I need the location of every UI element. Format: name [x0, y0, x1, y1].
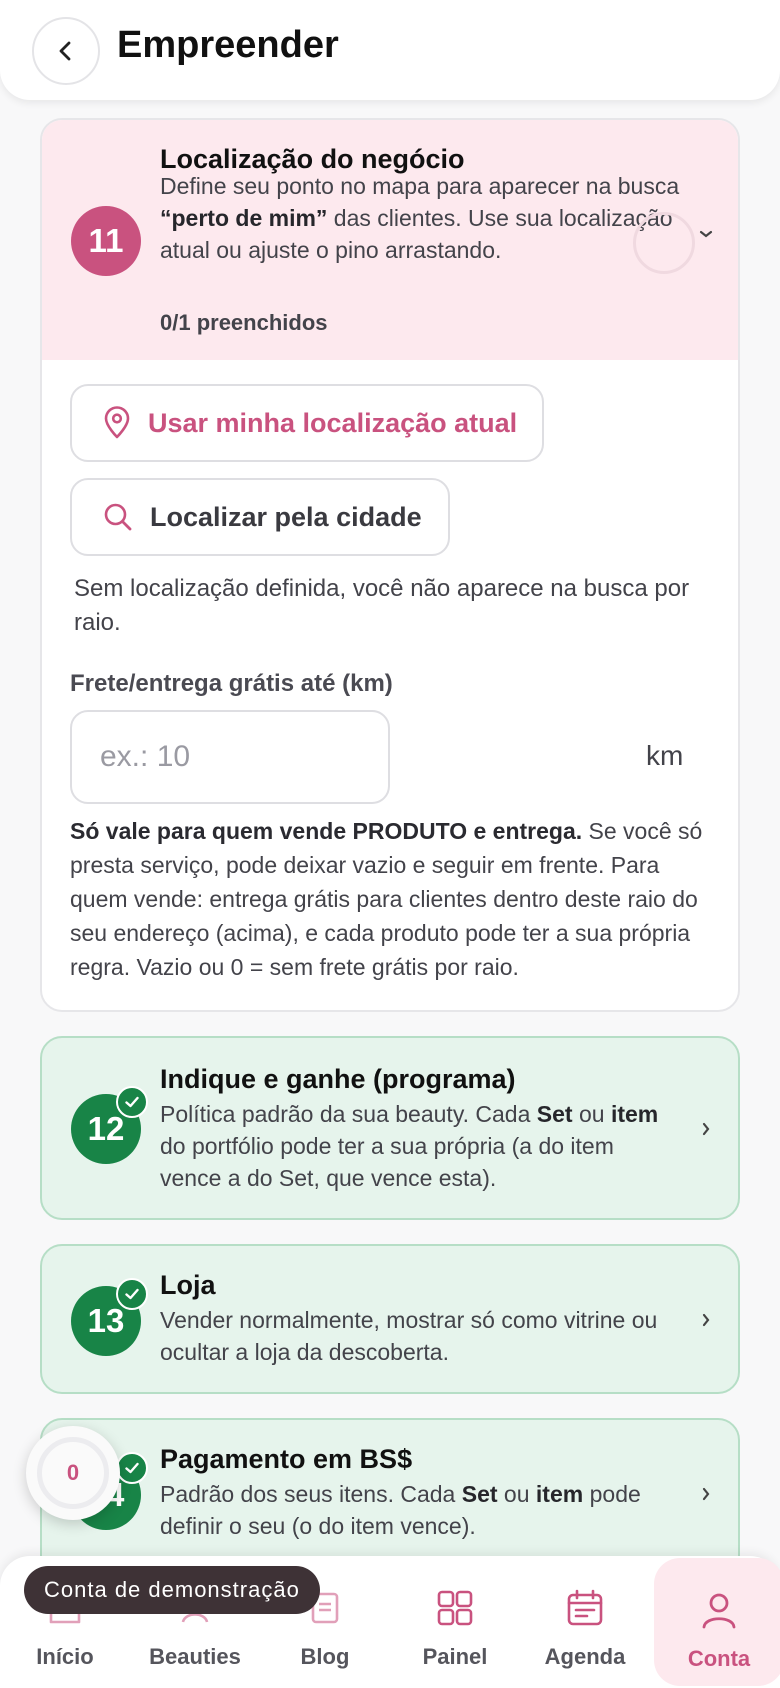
grid-icon — [437, 1590, 473, 1626]
location-section-card: 11 Localização do negócio Define seu pon… — [40, 118, 740, 1012]
find-by-city-button[interactable]: Localizar pela cidade — [70, 478, 450, 556]
filled-count: 0/1 preenchidos — [160, 310, 328, 335]
app-header: Empreender — [0, 0, 780, 100]
step-badge: 11 — [71, 206, 141, 276]
store-section-card[interactable]: 13 Loja Vender normalmente, mostrar só c… — [40, 1244, 740, 1394]
back-button[interactable] — [32, 17, 100, 85]
search-icon — [104, 503, 132, 531]
chevron-down-icon[interactable] — [698, 228, 714, 240]
free-delivery-km-input[interactable] — [70, 710, 390, 804]
check-icon — [116, 1086, 148, 1118]
nav-item-conta[interactable]: Conta — [654, 1558, 780, 1686]
check-icon — [116, 1278, 148, 1310]
section-description: Define seu ponto no mapa para aparecer n… — [160, 173, 680, 263]
free-delivery-label: Frete/entrega grátis até (km) — [70, 670, 393, 697]
nav-item-painel[interactable]: Painel — [390, 1556, 520, 1688]
page-title: Empreender — [117, 24, 339, 66]
use-location-label: Usar minha localização atual — [148, 407, 518, 438]
counter-value: 0 — [37, 1437, 109, 1509]
location-section-header[interactable]: 11 Localização do negócio Define seu pon… — [42, 120, 738, 360]
floating-counter-button[interactable]: 0 — [26, 1426, 120, 1520]
use-current-location-button[interactable]: Usar minha localização atual — [70, 384, 544, 462]
nav-item-agenda[interactable]: Agenda — [520, 1556, 650, 1688]
chevron-right-icon — [702, 1313, 710, 1327]
location-pin-icon — [104, 406, 130, 439]
chevron-right-icon — [702, 1487, 710, 1501]
section-title: Pagamento em BS$ — [160, 1444, 413, 1474]
chevron-right-icon — [702, 1122, 710, 1136]
progress-ring — [633, 212, 695, 274]
section-description: Política padrão da sua beauty. Cada Set … — [160, 1101, 659, 1191]
no-location-message: Sem localização definida, você não apare… — [74, 575, 690, 636]
check-icon — [116, 1452, 148, 1484]
demo-account-badge: Conta de demonstração — [24, 1566, 320, 1614]
referral-section-card[interactable]: 12 Indique e ganhe (programa) Política p… — [40, 1036, 740, 1220]
section-title: Loja — [160, 1270, 216, 1300]
free-delivery-note: Só vale para quem vende PRODUTO e entreg… — [70, 818, 703, 980]
km-unit-label: km — [646, 740, 684, 771]
section-title: Indique e ganhe (programa) — [160, 1064, 516, 1094]
section-description: Padrão dos seus itens. Cada Set ou item … — [160, 1481, 641, 1539]
chevron-left-icon — [59, 41, 71, 61]
user-icon — [702, 1593, 736, 1629]
section-description: Vender normalmente, mostrar só como vitr… — [160, 1307, 658, 1365]
find-city-label: Localizar pela cidade — [150, 501, 422, 532]
calendar-icon — [567, 1589, 603, 1626]
